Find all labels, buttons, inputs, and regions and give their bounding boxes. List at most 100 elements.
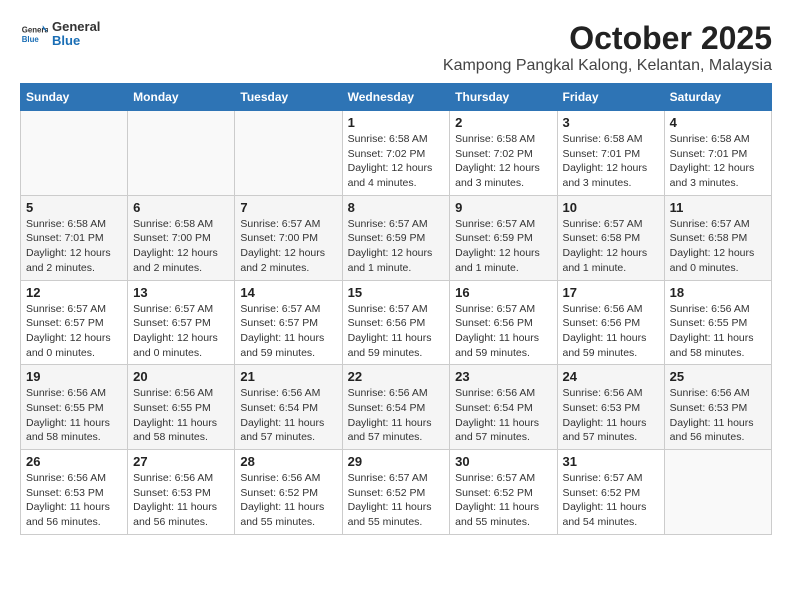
calendar-week-row: 12 Sunrise: 6:57 AM Sunset: 6:57 PM Dayli… [21,280,772,365]
day-info: Sunrise: 6:58 AM Sunset: 7:02 PM Dayligh… [455,132,551,191]
day-number: 10 [563,200,659,215]
day-info: Sunrise: 6:57 AM Sunset: 6:59 PM Dayligh… [348,217,445,276]
calendar-cell: 22 Sunrise: 6:56 AM Sunset: 6:54 PM Dayli… [342,365,450,450]
day-info: Sunrise: 6:56 AM Sunset: 6:53 PM Dayligh… [670,386,766,445]
day-info: Sunrise: 6:58 AM Sunset: 7:00 PM Dayligh… [133,217,229,276]
day-info: Sunrise: 6:56 AM Sunset: 6:54 PM Dayligh… [348,386,445,445]
calendar-cell: 6Sunrise: 6:58 AM Sunset: 7:00 PM Daylig… [128,195,235,280]
day-number: 14 [240,285,336,300]
calendar-cell: 18Sunrise: 6:56 AM Sunset: 6:55 PM Dayli… [664,280,771,365]
calendar-cell: 15Sunrise: 6:57 AM Sunset: 6:56 PM Dayli… [342,280,450,365]
calendar-cell: 1 Sunrise: 6:58 AM Sunset: 7:02 PM Daylig… [342,111,450,196]
calendar-cell: 3 Sunrise: 6:58 AM Sunset: 7:01 PM Daylig… [557,111,664,196]
day-number: 2 [455,115,551,130]
location-subtitle: Kampong Pangkal Kalong, Kelantan, Malays… [443,57,772,75]
day-info: Sunrise: 6:58 AM Sunset: 7:01 PM Dayligh… [26,217,122,276]
calendar-cell: 14 Sunrise: 6:57 AM Sunset: 6:57 PM Dayli… [235,280,342,365]
calendar-cell: 31 Sunrise: 6:57 AM Sunset: 6:52 PM Dayli… [557,450,664,535]
day-number: 29 [348,454,445,469]
weekday-header-wednesday: Wednesday [342,84,450,111]
calendar-cell: 2 Sunrise: 6:58 AM Sunset: 7:02 PM Daylig… [450,111,557,196]
calendar-cell: 30Sunrise: 6:57 AM Sunset: 6:52 PM Dayli… [450,450,557,535]
day-info: Sunrise: 6:57 AM Sunset: 6:57 PM Dayligh… [26,302,122,361]
svg-text:Blue: Blue [22,35,40,44]
day-number: 5 [26,200,122,215]
day-number: 21 [240,369,336,384]
page-header: General Blue General Blue October 2025 K… [20,20,772,75]
day-info: Sunrise: 6:57 AM Sunset: 6:58 PM Dayligh… [670,217,766,276]
day-info: Sunrise: 6:56 AM Sunset: 6:54 PM Dayligh… [455,386,551,445]
day-info: Sunrise: 6:58 AM Sunset: 7:01 PM Dayligh… [670,132,766,191]
day-info: Sunrise: 6:57 AM Sunset: 6:59 PM Dayligh… [455,217,551,276]
calendar-cell: 13 Sunrise: 6:57 AM Sunset: 6:57 PM Dayli… [128,280,235,365]
calendar-cell [235,111,342,196]
calendar-cell: 23Sunrise: 6:56 AM Sunset: 6:54 PM Dayli… [450,365,557,450]
logo-blue-text: Blue [52,34,100,48]
calendar-cell: 5 Sunrise: 6:58 AM Sunset: 7:01 PM Daylig… [21,195,128,280]
day-number: 25 [670,369,766,384]
day-info: Sunrise: 6:58 AM Sunset: 7:02 PM Dayligh… [348,132,445,191]
day-number: 20 [133,369,229,384]
day-info: Sunrise: 6:56 AM Sunset: 6:53 PM Dayligh… [26,471,122,530]
day-info: Sunrise: 6:56 AM Sunset: 6:55 PM Dayligh… [26,386,122,445]
logo: General Blue General Blue [20,20,100,49]
day-number: 17 [563,285,659,300]
day-number: 3 [563,115,659,130]
day-number: 27 [133,454,229,469]
day-info: Sunrise: 6:56 AM Sunset: 6:53 PM Dayligh… [133,471,229,530]
day-number: 13 [133,285,229,300]
day-info: Sunrise: 6:57 AM Sunset: 6:58 PM Dayligh… [563,217,659,276]
calendar-cell: 29 Sunrise: 6:57 AM Sunset: 6:52 PM Dayli… [342,450,450,535]
calendar-cell: 16 Sunrise: 6:57 AM Sunset: 6:56 PM Dayli… [450,280,557,365]
weekday-header-thursday: Thursday [450,84,557,111]
day-number: 4 [670,115,766,130]
calendar-cell: 26 Sunrise: 6:56 AM Sunset: 6:53 PM Dayli… [21,450,128,535]
day-number: 7 [240,200,336,215]
calendar-cell: 9 Sunrise: 6:57 AM Sunset: 6:59 PM Daylig… [450,195,557,280]
logo-icon: General Blue [20,20,48,48]
calendar-cell: 12 Sunrise: 6:57 AM Sunset: 6:57 PM Dayli… [21,280,128,365]
calendar-cell: 8Sunrise: 6:57 AM Sunset: 6:59 PM Daylig… [342,195,450,280]
day-number: 28 [240,454,336,469]
day-info: Sunrise: 6:57 AM Sunset: 6:56 PM Dayligh… [455,302,551,361]
calendar-cell: 7Sunrise: 6:57 AM Sunset: 7:00 PM Daylig… [235,195,342,280]
day-info: Sunrise: 6:56 AM Sunset: 6:54 PM Dayligh… [240,386,336,445]
day-info: Sunrise: 6:57 AM Sunset: 6:52 PM Dayligh… [563,471,659,530]
day-number: 12 [26,285,122,300]
calendar-cell [21,111,128,196]
day-number: 11 [670,200,766,215]
day-info: Sunrise: 6:56 AM Sunset: 6:55 PM Dayligh… [133,386,229,445]
logo-general-text: General [52,20,100,34]
day-number: 22 [348,369,445,384]
day-number: 30 [455,454,551,469]
day-info: Sunrise: 6:56 AM Sunset: 6:52 PM Dayligh… [240,471,336,530]
svg-text:General: General [22,26,48,35]
calendar-cell: 10 Sunrise: 6:57 AM Sunset: 6:58 PM Dayli… [557,195,664,280]
weekday-header-row: SundayMondayTuesdayWednesdayThursdayFrid… [21,84,772,111]
weekday-header-monday: Monday [128,84,235,111]
calendar-cell: 21 Sunrise: 6:56 AM Sunset: 6:54 PM Dayli… [235,365,342,450]
calendar-cell: 25 Sunrise: 6:56 AM Sunset: 6:53 PM Dayli… [664,365,771,450]
calendar-week-row: 5 Sunrise: 6:58 AM Sunset: 7:01 PM Daylig… [21,195,772,280]
day-number: 16 [455,285,551,300]
day-number: 15 [348,285,445,300]
day-number: 9 [455,200,551,215]
calendar-cell: 24 Sunrise: 6:56 AM Sunset: 6:53 PM Dayli… [557,365,664,450]
calendar-week-row: 1 Sunrise: 6:58 AM Sunset: 7:02 PM Daylig… [21,111,772,196]
month-year-title: October 2025 [443,20,772,57]
day-number: 19 [26,369,122,384]
day-info: Sunrise: 6:57 AM Sunset: 6:57 PM Dayligh… [240,302,336,361]
day-info: Sunrise: 6:56 AM Sunset: 6:53 PM Dayligh… [563,386,659,445]
day-number: 31 [563,454,659,469]
calendar-table: SundayMondayTuesdayWednesdayThursdayFrid… [20,83,772,535]
day-number: 1 [348,115,445,130]
day-info: Sunrise: 6:58 AM Sunset: 7:01 PM Dayligh… [563,132,659,191]
day-number: 26 [26,454,122,469]
day-info: Sunrise: 6:56 AM Sunset: 6:55 PM Dayligh… [670,302,766,361]
weekday-header-tuesday: Tuesday [235,84,342,111]
day-info: Sunrise: 6:57 AM Sunset: 6:57 PM Dayligh… [133,302,229,361]
calendar-cell [664,450,771,535]
day-number: 24 [563,369,659,384]
day-info: Sunrise: 6:57 AM Sunset: 6:52 PM Dayligh… [348,471,445,530]
calendar-cell: 11 Sunrise: 6:57 AM Sunset: 6:58 PM Dayli… [664,195,771,280]
